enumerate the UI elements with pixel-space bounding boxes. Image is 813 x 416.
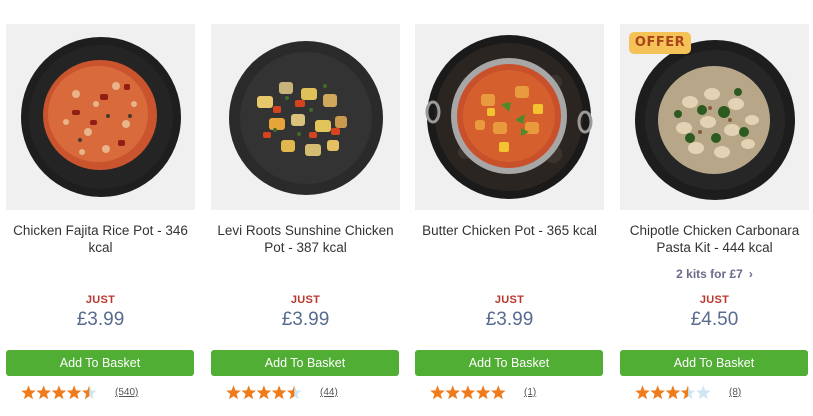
star-icon: [650, 385, 665, 400]
review-count-link[interactable]: (44): [320, 387, 338, 398]
price-prefix: JUST: [290, 294, 321, 306]
product-title[interactable]: Levi Roots Sunshine Chicken Pot - 387 kc…: [211, 222, 400, 256]
star-icon: [51, 385, 67, 400]
add-to-basket-button[interactable]: Add To Basket: [211, 350, 399, 376]
product-card: Butter Chicken Pot - 365 kcal JUST £3.99…: [415, 24, 604, 416]
product-price: £3.99: [485, 309, 534, 330]
rating-stars: [635, 385, 711, 400]
product-price: £3.99: [76, 309, 125, 330]
promo-label: 2 kits for £7: [676, 267, 743, 281]
product-image[interactable]: OFFER: [620, 24, 809, 210]
product-card: Levi Roots Sunshine Chicken Pot - 387 kc…: [211, 24, 400, 416]
product-title[interactable]: Chipotle Chicken Carbonara Pasta Kit - 4…: [620, 222, 809, 256]
star-icon: [66, 385, 82, 400]
product-grid: Chicken Fajita Rice Pot - 346 kcal JUST …: [0, 0, 813, 416]
product-price: £4.50: [690, 309, 739, 330]
product-rating: (44): [226, 385, 396, 401]
product-title[interactable]: Chicken Fajita Rice Pot - 346 kcal: [6, 222, 195, 256]
review-count-link[interactable]: (1): [524, 387, 536, 398]
product-price: £3.99: [281, 309, 330, 330]
offer-badge: OFFER: [629, 32, 691, 54]
product-rating: (540): [21, 385, 191, 401]
star-icon: [226, 385, 241, 400]
product-image[interactable]: [211, 24, 400, 210]
star-icon: [665, 385, 681, 400]
rating-stars: [21, 385, 97, 400]
add-to-basket-button[interactable]: Add To Basket: [620, 350, 808, 376]
star-icon: [475, 385, 491, 400]
star-icon: [271, 385, 287, 400]
add-to-basket-button[interactable]: Add To Basket: [6, 350, 194, 376]
star-icon: [36, 385, 51, 400]
star-icon: [21, 385, 36, 400]
star-icon: [256, 385, 272, 400]
star-icon: [491, 385, 506, 400]
product-image[interactable]: [415, 24, 604, 210]
star-empty-icon: [696, 385, 711, 400]
promo-link[interactable]: 2 kits for £7 ›: [620, 267, 809, 281]
add-to-basket-button[interactable]: Add To Basket: [415, 350, 603, 376]
star-icon: [635, 385, 650, 400]
star-icon: [241, 385, 256, 400]
product-rating: (1): [430, 385, 600, 401]
review-count-link[interactable]: (8): [729, 387, 741, 398]
chevron-right-icon: ›: [748, 267, 753, 281]
rating-stars: [430, 385, 506, 400]
rating-stars: [226, 385, 302, 400]
product-card: Chicken Fajita Rice Pot - 346 kcal JUST …: [6, 24, 195, 416]
review-count-link[interactable]: (540): [115, 387, 138, 398]
price-prefix: JUST: [85, 294, 116, 306]
star-icon: [430, 385, 445, 400]
product-title[interactable]: Butter Chicken Pot - 365 kcal: [415, 222, 604, 239]
product-image[interactable]: [6, 24, 195, 210]
product-rating: (8): [635, 385, 805, 401]
star-icon: [460, 385, 476, 400]
price-prefix: JUST: [494, 294, 525, 306]
star-icon: [445, 385, 460, 400]
price-prefix: JUST: [699, 294, 730, 306]
product-card: OFFER Chipotle Chicken Carbonara Pasta K…: [620, 24, 809, 416]
